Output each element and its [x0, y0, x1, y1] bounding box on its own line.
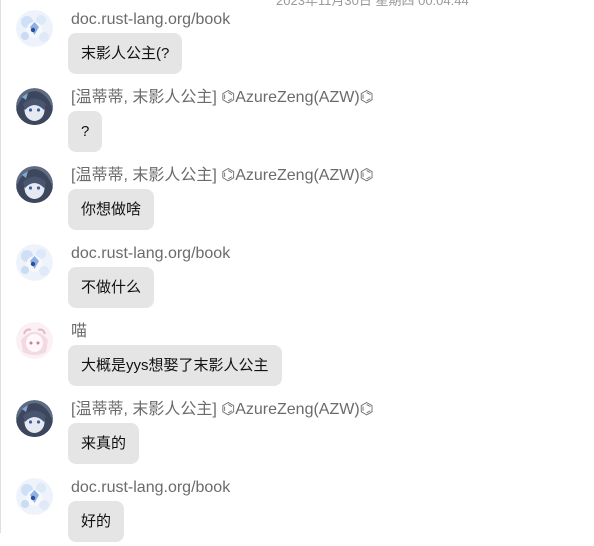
chat-message: [温蒂蒂, 末影人公主] ⌬AzureZeng(AZW)⌬? [16, 78, 576, 156]
avatar-azurezeng[interactable] [16, 400, 53, 437]
message-bubble[interactable]: 末影人公主(? [68, 33, 183, 74]
avatar-meow[interactable] [16, 322, 53, 359]
chat-message: [温蒂蒂, 末影人公主] ⌬AzureZeng(AZW)⌬ 来真的 [16, 390, 576, 468]
sender-name[interactable]: [温蒂蒂, 末影人公主] ⌬AzureZeng(AZW)⌬ [71, 166, 374, 186]
avatar-doc-rust-lang[interactable] [16, 478, 53, 515]
message-bubble[interactable]: ? [68, 111, 103, 152]
sender-name[interactable]: doc.rust-lang.org/book [71, 478, 230, 498]
message-bubble[interactable]: 好的 [68, 501, 125, 542]
message-bubble[interactable]: 你想做啥 [68, 189, 155, 230]
message-bubble[interactable]: 大概是yys想娶了末影人公主 [68, 345, 282, 386]
avatar-doc-rust-lang[interactable] [16, 10, 53, 47]
avatar-azurezeng[interactable] [16, 88, 53, 125]
chat-message: [温蒂蒂, 末影人公主] ⌬AzureZeng(AZW)⌬ 你想做啥 [16, 156, 576, 234]
chat-message: doc.rust-lang.org/book 末影人公主(? [16, 0, 576, 78]
chat-message: doc.rust-lang.org/book 不做什么 [16, 234, 576, 312]
panel-left-border [0, 0, 1, 533]
sender-name[interactable]: [温蒂蒂, 末影人公主] ⌬AzureZeng(AZW)⌬ [71, 400, 374, 420]
avatar-azurezeng[interactable] [16, 166, 53, 203]
sender-name[interactable]: [温蒂蒂, 末影人公主] ⌬AzureZeng(AZW)⌬ [71, 88, 374, 108]
sender-name[interactable]: doc.rust-lang.org/book [71, 244, 230, 264]
message-bubble[interactable]: 不做什么 [68, 267, 155, 308]
avatar-doc-rust-lang[interactable] [16, 244, 53, 281]
sender-name[interactable]: 喵 [71, 322, 87, 342]
chat-message: doc.rust-lang.org/book 好的 [16, 468, 576, 546]
message-bubble[interactable]: 来真的 [68, 423, 140, 464]
sender-name[interactable]: doc.rust-lang.org/book [71, 10, 230, 30]
chat-message: 喵大概是yys想娶了末影人公主 [16, 312, 576, 390]
